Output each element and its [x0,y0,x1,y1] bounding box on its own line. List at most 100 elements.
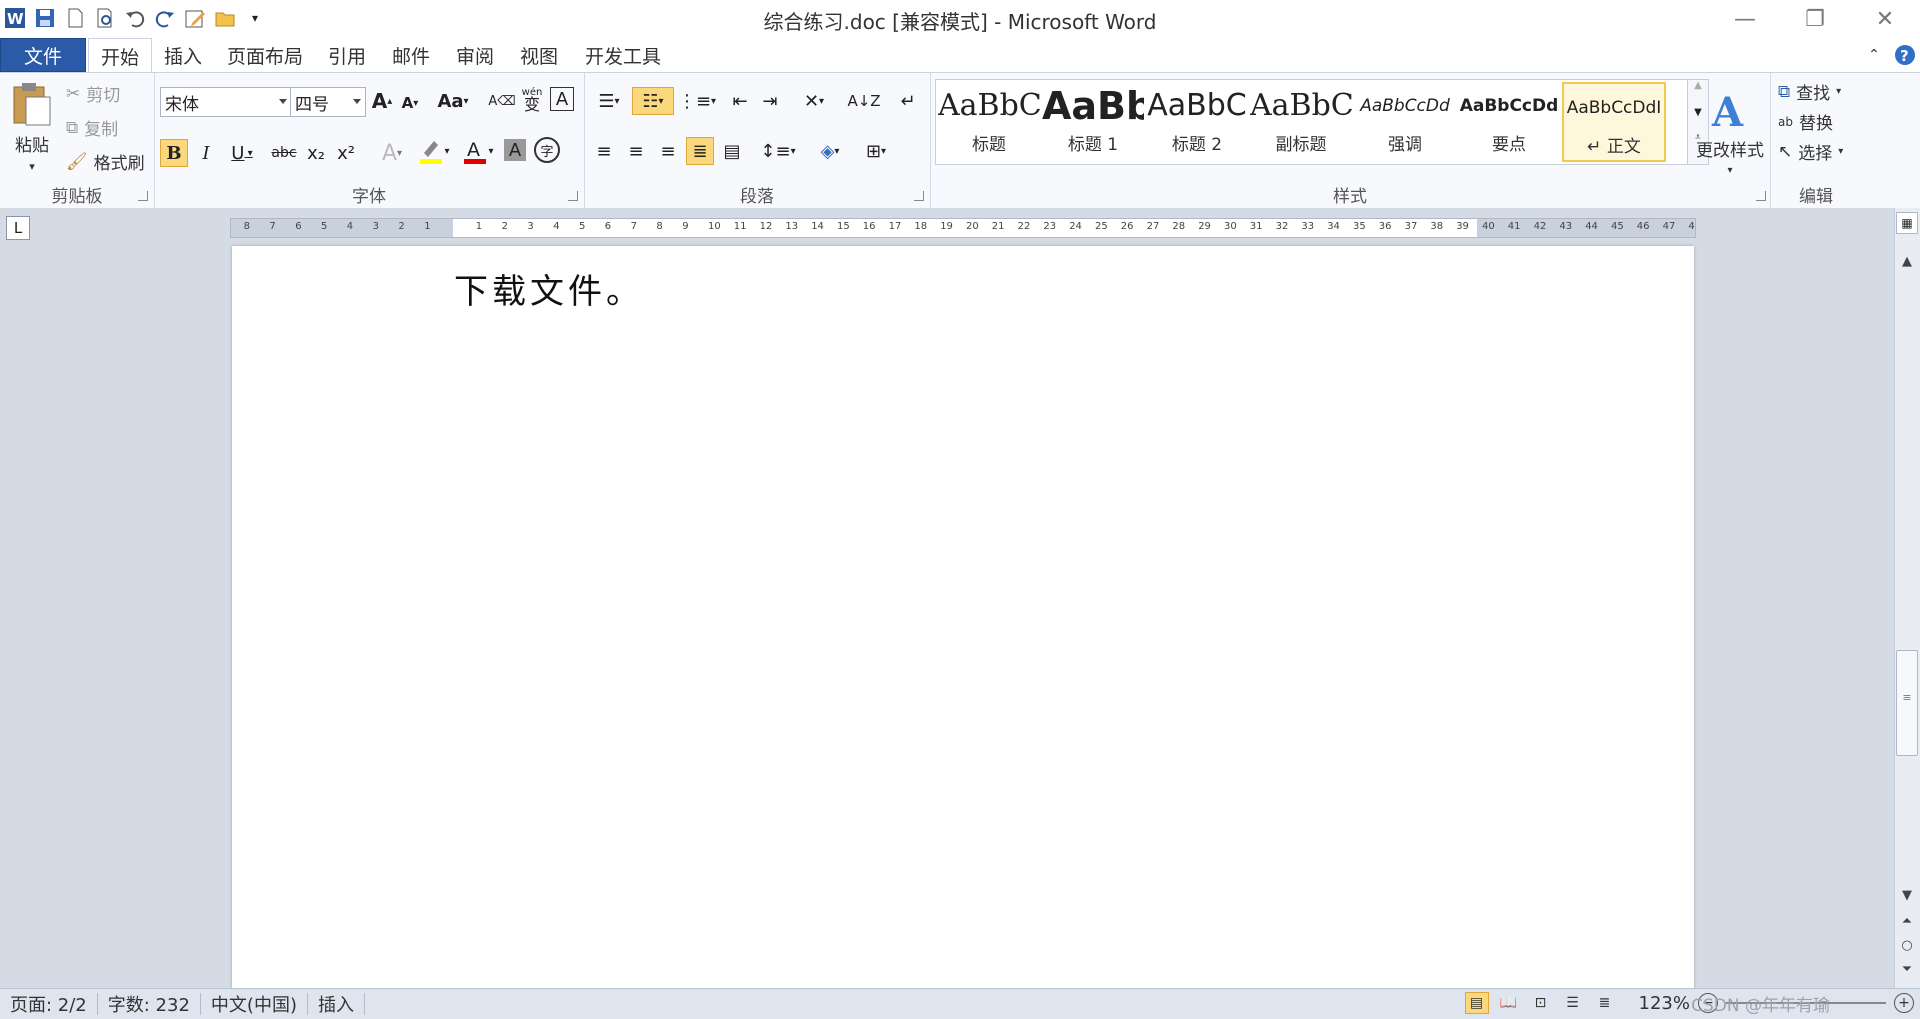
change-case-button[interactable]: Aa ▾ [434,87,472,115]
underline-button[interactable]: U ▾ [222,139,262,167]
draft-view-icon[interactable]: ≣ [1593,992,1617,1014]
document-text[interactable]: 下载文件。 [454,264,644,313]
browse-object-icon[interactable]: ○ [1899,938,1915,953]
sort-button[interactable]: A↓Z [847,87,880,115]
bullets-button[interactable]: ☰ ▾ [590,87,628,115]
font-name-combo[interactable]: 宋体 [160,87,292,117]
style-normal[interactable]: AaBbCcDdI ↵ 正文 [1562,82,1666,162]
tab-selector[interactable]: L [6,216,30,240]
ruler-tick-label: 1 [424,221,431,232]
paragraph-launcher-icon[interactable] [914,191,924,201]
ruler-tick-label: 37 [1404,221,1418,232]
tab-file[interactable]: 文件 [0,38,86,72]
paste-button[interactable]: 粘贴 ▾ [6,77,58,177]
shrink-font-button[interactable]: A ▾ [396,89,424,117]
outline-view-icon[interactable]: ☰ [1561,992,1585,1014]
select-button[interactable]: ↖ 选择 ▾ [1778,139,1843,165]
character-border-button[interactable]: A [550,87,574,111]
format-painter-button[interactable]: 🖌 格式刷 [66,149,145,175]
show-marks-button[interactable]: ↵ [894,87,922,115]
chinese-layout-button[interactable]: ✕ ▾ [794,87,834,115]
horizontal-ruler[interactable]: 8 7 6 5 4 3 2 1 1 2 3 4 5 6 7 8 9 10 11 12 13 14 15 16 17 18 19 20 2… [230,218,1696,238]
bold-button[interactable]: B [160,139,188,167]
scroll-down-icon[interactable]: ▼ [1899,888,1915,903]
style-heading-2[interactable]: AaBbC 标题 2 [1146,82,1248,162]
tab-review[interactable]: 审阅 [450,38,500,72]
justify-button[interactable]: ≣ [686,137,714,165]
web-layout-icon[interactable]: ⊡ [1529,992,1553,1014]
change-styles-button[interactable]: A 更改样式 ▾ [1690,77,1770,187]
strikethrough-button[interactable]: abc [268,139,300,167]
numbering-icon: ☷ [642,90,659,112]
line-spacing-button[interactable]: ↕≡ ▾ [758,137,798,165]
tab-developer[interactable]: 开发工具 [578,38,668,72]
grow-font-button[interactable]: A ▴ [368,87,396,115]
text-effects-button[interactable]: A ▾ [372,139,412,167]
style-strong[interactable]: AaBbCcDd 要点 [1458,82,1560,162]
subscript-button[interactable]: x₂ [302,139,330,167]
status-page[interactable]: 页面: 2/2 [0,993,98,1016]
style-emphasis[interactable]: AaBbCcDd 强调 [1354,82,1456,162]
increase-indent-icon: ⇥ [762,90,778,112]
distributed-button[interactable]: ▤ [718,137,746,165]
scroll-up-icon[interactable]: ▲ [1899,254,1915,269]
style-heading-1[interactable]: AaBb 标题 1 [1042,82,1144,162]
copy-button[interactable]: ⧉ 复制 [66,115,118,141]
scroll-thumb[interactable]: ≡ [1896,650,1918,756]
align-right-button[interactable]: ≡ [654,137,682,165]
cursor-icon: ↖ [1778,141,1793,162]
print-layout-icon[interactable]: ▤ [1464,992,1489,1014]
decrease-indent-button[interactable]: ⇤ [726,87,754,115]
font-launcher-icon[interactable] [568,191,578,201]
italic-button[interactable]: I [192,139,220,167]
next-page-icon[interactable]: ⏷ [1899,962,1915,977]
align-center-button[interactable]: ≡ [622,137,650,165]
tab-mailings[interactable]: 邮件 [386,38,436,72]
cut-button[interactable]: ✂ 剪切 [66,81,120,107]
find-button[interactable]: ⧉ 查找 ▾ [1778,79,1841,105]
style-subtitle[interactable]: AaBbC 副标题 [1250,82,1352,162]
highlight-button[interactable]: ▾ [414,137,454,165]
bullets-icon: ☰ [598,90,615,112]
borders-button[interactable]: ⊞ ▾ [856,137,896,165]
help-icon[interactable]: ? [1892,38,1918,72]
status-language[interactable]: 中文(中国) [201,993,308,1016]
tab-references[interactable]: 引用 [322,38,372,72]
character-shading-button[interactable]: A [504,139,526,161]
ruler-tick-label: 10 [708,221,721,232]
underline-icon: U [231,142,245,164]
tab-home[interactable]: 开始 [88,38,152,73]
view-ruler-icon[interactable]: ▦ [1896,212,1918,234]
previous-page-icon[interactable]: ⏶ [1899,914,1915,929]
clear-format-button[interactable]: A⌫ [488,87,516,115]
zoom-in-icon[interactable]: + [1894,993,1914,1013]
zoom-level[interactable]: 123% [1639,993,1690,1014]
tab-insert[interactable]: 插入 [158,38,208,72]
font-color-button[interactable]: A ▾ [458,137,498,165]
replace-icon: ab [1778,114,1793,129]
full-screen-reading-icon[interactable]: 📖 [1497,992,1521,1014]
style-title[interactable]: AaBbC 标题 [938,82,1040,162]
close-button[interactable]: ✕ [1850,0,1920,38]
status-insert-mode[interactable]: 插入 [308,993,365,1016]
collapse-ribbon-icon[interactable]: ⌃ [1862,38,1886,72]
tab-view[interactable]: 视图 [514,38,564,72]
document-page[interactable] [232,246,1694,988]
numbering-button[interactable]: ☷ ▾ [632,87,674,115]
clipboard-launcher-icon[interactable] [138,191,148,201]
minimize-button[interactable]: — [1710,0,1780,38]
restore-button[interactable]: ❐ [1780,0,1850,38]
superscript-button[interactable]: x² [332,139,360,167]
shading-button[interactable]: ◈ ▾ [810,137,850,165]
enclose-characters-button[interactable]: 字 [534,137,560,163]
styles-launcher-icon[interactable] [1756,191,1766,201]
replace-button[interactable]: ab 替换 [1778,109,1833,134]
font-size-combo[interactable]: 四号 [290,87,366,117]
increase-indent-button[interactable]: ⇥ [756,87,784,115]
vertical-scrollbar[interactable] [1894,208,1920,988]
phonetic-guide-button[interactable]: wén 变 [518,85,546,113]
status-word-count[interactable]: 字数: 232 [98,993,201,1016]
align-left-button[interactable]: ≡ [590,137,618,165]
tab-page-layout[interactable]: 页面布局 [222,38,308,72]
multilevel-list-button[interactable]: ⋮≡ ▾ [678,87,716,115]
